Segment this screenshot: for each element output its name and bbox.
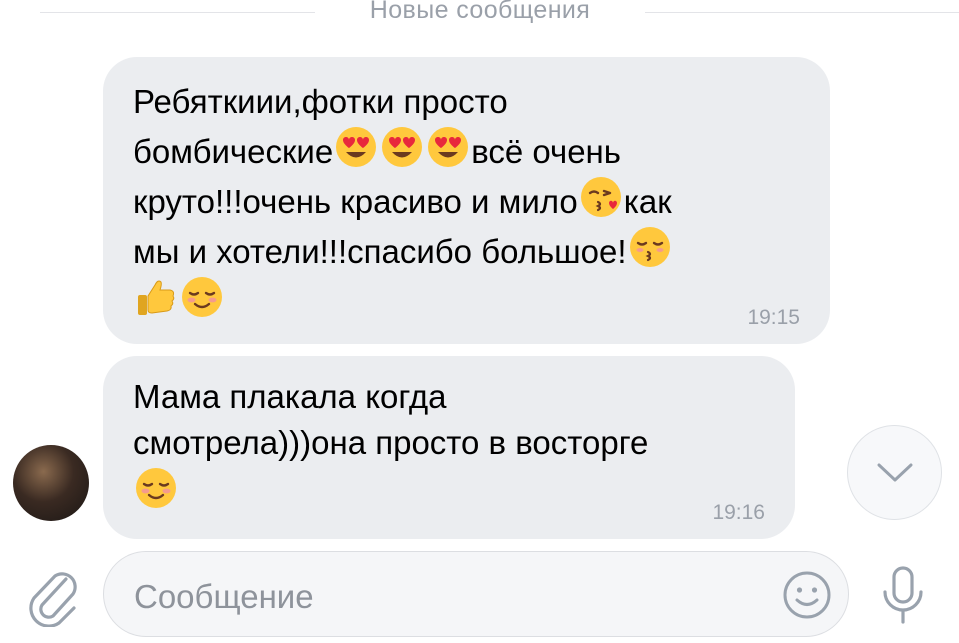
message-input[interactable]: Сообщение	[103, 551, 849, 637]
message-text-segment: всё очень	[471, 133, 621, 170]
thumbs-up-emoji	[134, 275, 178, 319]
smiling-blush-emoji	[180, 275, 224, 319]
message-text-segment: как	[623, 183, 672, 220]
heart-eyes-emoji	[334, 125, 378, 169]
message-text-segment: круто!!!очень красиво и мило	[133, 183, 578, 220]
message-text-segment: бомбические	[133, 133, 334, 170]
new-messages-divider: Новые сообщения	[0, 0, 959, 30]
message-line: круто!!!очень красиво и мило как	[133, 175, 800, 225]
message-bubble[interactable]: Мама плакала когда смотрела)))она просто …	[103, 356, 795, 539]
message-time: 19:15	[747, 306, 800, 329]
heart-eyes-emoji	[380, 125, 424, 169]
message-line	[133, 466, 765, 516]
emoji-button[interactable]	[781, 569, 833, 621]
microphone-icon	[883, 566, 923, 624]
message-line: бомбические всё очень	[133, 125, 800, 175]
message-input-placeholder: Сообщение	[134, 578, 314, 615]
message-line: Ребяткиии,фотки просто	[133, 79, 800, 125]
message-line: смотрела)))она просто в восторге	[133, 420, 765, 466]
scroll-down-button[interactable]	[847, 425, 942, 520]
attach-button[interactable]	[26, 567, 82, 628]
message-text: Мама плакала когда смотрела)))она просто …	[133, 374, 765, 516]
message-text-segment: Ребяткиии,фотки просто	[133, 83, 508, 120]
divider-label: Новые сообщения	[369, 0, 591, 24]
chat-view: Новые сообщения Ребяткиии,фотки просто бо…	[0, 0, 959, 643]
kissing-heart-emoji	[579, 175, 623, 219]
message-text: Ребяткиии,фотки просто бомбические всё оч…	[133, 79, 800, 325]
message-text-segment: смотрела)))она просто в восторге	[133, 424, 649, 461]
heart-eyes-emoji	[426, 125, 470, 169]
avatar[interactable]	[13, 445, 89, 521]
message-time: 19:16	[712, 501, 765, 524]
message-bubble[interactable]: Ребяткиии,фотки просто бомбические всё оч…	[103, 57, 830, 344]
message-text-segment: мы и хотели!!!спасибо большое!	[133, 233, 627, 270]
chevron-down-icon	[877, 463, 912, 481]
smile-icon	[783, 571, 831, 619]
message-text-segment: Мама плакала когда	[133, 378, 447, 415]
message-line	[133, 275, 800, 325]
message-composer: Сообщение	[0, 545, 959, 643]
divider-line-right	[645, 12, 959, 13]
paperclip-icon	[29, 572, 77, 628]
message-line: мы и хотели!!!спасибо большое!	[133, 225, 800, 275]
voice-record-button[interactable]	[880, 565, 926, 627]
message-line: Мама плакала когда	[133, 374, 765, 420]
smiling-blush-emoji	[134, 466, 178, 510]
kissing-closed-eyes-emoji	[628, 225, 672, 269]
divider-line-left	[40, 12, 315, 13]
